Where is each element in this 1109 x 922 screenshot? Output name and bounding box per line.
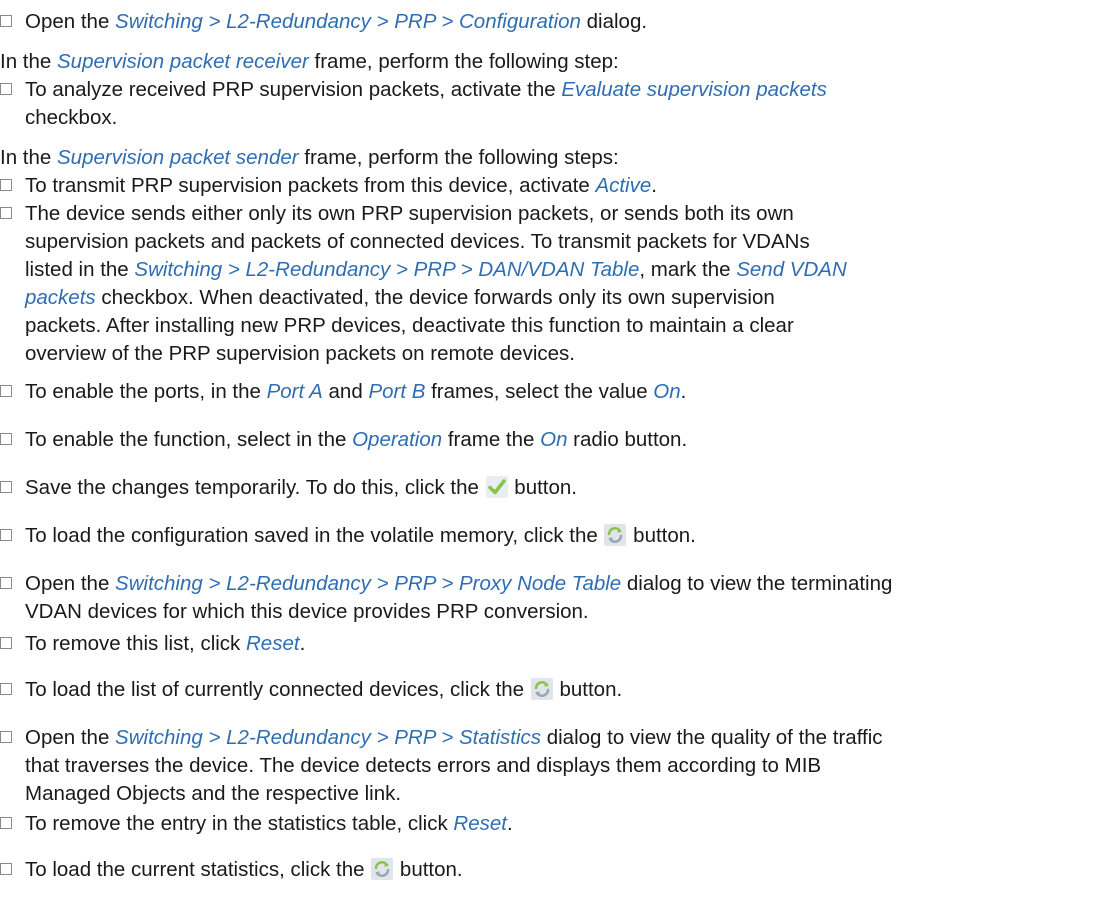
step-text: VDAN devices for which this device provi…: [25, 600, 589, 623]
step-text: , mark the: [639, 258, 737, 281]
step-send-vdan: The device sends either only its own PRP…: [0, 200, 1100, 368]
step-text: To transmit PRP supervision packets from…: [25, 174, 596, 197]
step-enable-ports: To enable the ports, in the Port A and P…: [0, 378, 1100, 406]
button-reference: Reset: [246, 632, 300, 655]
step-text: checkbox.: [25, 106, 118, 129]
step-text: .: [680, 380, 687, 403]
step-open-proxy-node-table: Open the Switching > L2-Redundancy > PRP…: [0, 570, 1100, 626]
step-text: Managed Objects and the respective link.: [25, 782, 402, 805]
check-icon[interactable]: [485, 476, 508, 498]
checkbox-icon: [0, 15, 12, 27]
step-evaluate-supervision: To analyze received PRP supervision pack…: [0, 76, 1100, 132]
button-reference: Reset: [453, 812, 507, 835]
step-load-connected-devices: To load the list of currently connected …: [0, 676, 1100, 704]
step-text: Open the: [25, 572, 116, 595]
step-text: Open the: [25, 10, 116, 33]
step-save-changes: Save the changes temporarily. To do this…: [0, 474, 1100, 502]
step-text: radio button.: [567, 428, 688, 451]
step-text: To enable the ports, in the: [25, 380, 267, 403]
step-text: To load the current statistics, click th…: [25, 858, 371, 881]
step-text: and: [322, 380, 369, 403]
option-reference: Send VDAN: [736, 258, 847, 281]
step-remove-list: To remove this list, click Reset.: [0, 630, 1100, 658]
step-text: To analyze received PRP supervision pack…: [25, 78, 562, 101]
checkbox-icon: [0, 179, 12, 191]
checkbox-icon: [0, 731, 12, 743]
step-remove-statistics: To remove the entry in the statistics ta…: [0, 810, 1100, 838]
refresh-icon[interactable]: [530, 678, 553, 700]
step-text: packets. After installing new PRP device…: [25, 314, 794, 337]
step-text: The device sends either only its own PRP…: [25, 202, 794, 225]
frame-reference: Supervision packet sender: [57, 146, 299, 169]
step-text: dialog.: [580, 10, 648, 33]
option-reference: packets: [25, 286, 96, 309]
intro-text: frame, perform the following step:: [308, 50, 619, 73]
step-text: dialog to view the quality of the traffi…: [541, 726, 883, 749]
step-text: .: [299, 632, 306, 655]
step-load-statistics: To load the current statistics, click th…: [0, 856, 1100, 884]
step-text: button.: [508, 476, 577, 499]
refresh-icon[interactable]: [371, 858, 394, 880]
step-text: To remove this list, click: [25, 632, 246, 655]
step-text: button.: [394, 858, 463, 881]
step-text: To remove the entry in the statistics ta…: [25, 812, 454, 835]
step-text: dialog to view the terminating: [621, 572, 893, 595]
option-reference: On: [653, 380, 681, 403]
option-reference: Evaluate supervision packets: [561, 78, 827, 101]
checkbox-icon: [0, 481, 12, 493]
step-activate-active: To transmit PRP supervision packets from…: [0, 172, 1100, 200]
step-text: button.: [553, 678, 623, 701]
option-reference: Active: [595, 174, 652, 197]
checkbox-icon: [0, 637, 12, 649]
checkbox-icon: [0, 529, 12, 541]
step-open-configuration: Open the Switching > L2-Redundancy > PRP…: [0, 8, 1100, 36]
step-text: frames, select the value: [425, 380, 654, 403]
intro-text: In the: [0, 146, 57, 169]
step-text: checkbox. When deactivated, the device f…: [95, 286, 775, 309]
intro-receiver: In the Supervision packet receiver frame…: [0, 48, 619, 76]
frame-reference: Supervision packet receiver: [57, 50, 309, 73]
step-enable-function: To enable the function, select in the Op…: [0, 426, 1100, 454]
step-text: frame the: [442, 428, 541, 451]
step-load-configuration: To load the configuration saved in the v…: [0, 522, 1100, 550]
frame-reference: Port A: [266, 380, 323, 403]
step-text: overview of the PRP supervision packets …: [25, 342, 575, 365]
intro-sender: In the Supervision packet sender frame, …: [0, 144, 619, 172]
checkbox-icon: [0, 577, 12, 589]
checkbox-icon: [0, 207, 12, 219]
checkbox-icon: [0, 83, 12, 95]
dialog-reference: Switching > L2-Redundancy > PRP > DAN/VD…: [134, 258, 640, 281]
step-text: Open the: [25, 726, 116, 749]
step-text: To enable the function, select in the: [25, 428, 353, 451]
step-text: .: [506, 812, 513, 835]
intro-text: In the: [0, 50, 57, 73]
step-text: supervision packets and packets of conne…: [25, 230, 810, 253]
dialog-reference: Switching > L2-Redundancy > PRP > Proxy …: [115, 572, 622, 595]
dialog-reference: Switching > L2-Redundancy > PRP > Config…: [115, 10, 581, 33]
checkbox-icon: [0, 683, 12, 695]
frame-reference: Port B: [368, 380, 426, 403]
step-text: To load the configuration saved in the v…: [25, 524, 604, 547]
intro-text: frame, perform the following steps:: [298, 146, 619, 169]
step-text: listed in the: [25, 258, 135, 281]
frame-reference: Operation: [352, 428, 443, 451]
checkbox-icon: [0, 817, 12, 829]
step-open-statistics: Open the Switching > L2-Redundancy > PRP…: [0, 724, 1100, 808]
step-text: Save the changes temporarily. To do this…: [25, 476, 485, 499]
option-reference: On: [540, 428, 568, 451]
dialog-reference: Switching > L2-Redundancy > PRP > Statis…: [115, 726, 542, 749]
step-text: that traverses the device. The device de…: [25, 754, 822, 777]
step-text: To load the list of currently connected …: [25, 678, 530, 701]
checkbox-icon: [0, 385, 12, 397]
step-text: .: [651, 174, 657, 197]
document-page: Open the Switching > L2-Redundancy > PRP…: [0, 0, 1109, 922]
refresh-icon[interactable]: [604, 524, 627, 546]
checkbox-icon: [0, 863, 12, 875]
step-text: button.: [627, 524, 696, 547]
checkbox-icon: [0, 433, 12, 445]
